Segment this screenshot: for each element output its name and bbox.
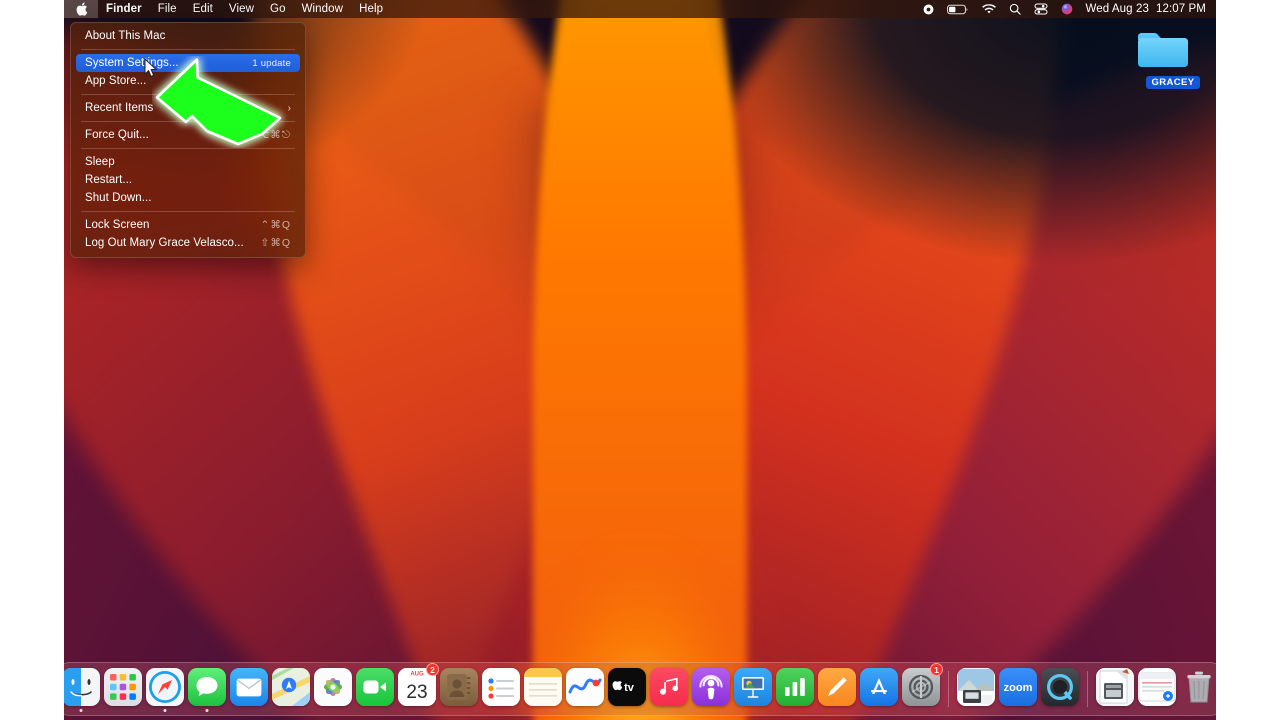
menu-item-label: Force Quit... <box>85 129 149 141</box>
menu-item-recent-items[interactable]: Recent Items › <box>76 99 300 117</box>
calendar-badge: 2 <box>426 663 439 676</box>
dock-item-keynote[interactable] <box>733 665 773 713</box>
dock-item-system-settings[interactable]: 1 <box>901 663 943 713</box>
shortcut-label: ⇧⌘Q <box>260 237 291 249</box>
svg-text:tv: tv <box>624 682 635 694</box>
dock-item-contacts[interactable] <box>439 665 479 713</box>
apple-menu-dropdown: About This Mac System Settings... 1 upda… <box>70 22 306 258</box>
dock-item-photos[interactable] <box>313 665 353 713</box>
screen-recording-icon[interactable] <box>923 4 934 15</box>
dock-item-finder[interactable] <box>64 665 101 713</box>
dock-item-preview-photo[interactable] <box>956 665 996 713</box>
menu-item-label: Sleep <box>85 156 115 168</box>
desktop-folder-gracey[interactable]: GRACEY <box>1135 28 1211 90</box>
dock-item-appstore[interactable] <box>859 665 899 713</box>
calendar-month: AUG <box>410 671 424 677</box>
dock: AUG 23 2 tv 1 zoom <box>64 662 1216 716</box>
chevron-right-icon: › <box>287 102 291 114</box>
menu-item-label: Shut Down... <box>85 192 152 204</box>
menu-window[interactable]: Window <box>294 0 352 18</box>
menu-bar: Finder File Edit View Go Window Help Wed… <box>64 0 1216 18</box>
battery-icon[interactable] <box>946 4 969 15</box>
menu-item-restart[interactable]: Restart... <box>76 171 300 189</box>
update-badge-text: 1 update <box>252 57 291 69</box>
desktop-screen: GRACEY Finder File Edit View Go Window H… <box>64 0 1216 720</box>
menu-separator <box>81 121 295 122</box>
dock-item-trash[interactable] <box>1179 665 1216 713</box>
dock-item-maps[interactable] <box>271 665 311 713</box>
shortcut-label: ⌃⌘Q <box>260 219 291 231</box>
dock-item-music[interactable] <box>649 665 689 713</box>
dock-item-appletv[interactable]: tv <box>607 665 647 713</box>
dock-item-facetime[interactable] <box>355 665 395 713</box>
dock-item-zoom[interactable]: zoom <box>998 665 1038 713</box>
dock-item-document-window[interactable] <box>1137 665 1177 713</box>
menu-view[interactable]: View <box>221 0 262 18</box>
dock-item-notes[interactable] <box>523 665 563 713</box>
spotlight-search-icon[interactable] <box>1009 3 1021 15</box>
menu-separator <box>81 148 295 149</box>
dock-item-pages[interactable] <box>817 665 857 713</box>
dock-item-freeform[interactable] <box>565 665 605 713</box>
menu-item-lock-screen[interactable]: Lock Screen ⌃⌘Q <box>76 216 300 234</box>
menu-go[interactable]: Go <box>262 0 294 18</box>
dock-item-reminders[interactable] <box>481 665 521 713</box>
siri-icon[interactable] <box>1061 3 1073 15</box>
menu-item-sleep[interactable]: Sleep <box>76 153 300 171</box>
menu-item-label: App Store... <box>85 75 147 87</box>
menu-separator <box>81 94 295 95</box>
running-indicator <box>205 709 209 712</box>
menu-separator <box>81 49 295 50</box>
dock-item-podcasts[interactable] <box>691 665 731 713</box>
dock-divider-1 <box>948 671 949 707</box>
menu-edit[interactable]: Edit <box>185 0 221 18</box>
menu-item-label: About This Mac <box>85 30 166 42</box>
menu-help[interactable]: Help <box>351 0 391 18</box>
running-indicator <box>163 709 167 712</box>
zoom-wordmark: zoom <box>1004 682 1033 694</box>
menu-finder[interactable]: Finder <box>98 0 150 18</box>
dock-item-messages[interactable] <box>187 665 227 713</box>
menubar-date[interactable]: Wed Aug 23 <box>1086 3 1149 15</box>
dock-item-numbers[interactable] <box>775 665 815 713</box>
calendar-day: 23 <box>406 682 427 703</box>
menu-item-label: Log Out Mary Grace Velasco... <box>85 237 244 249</box>
menu-item-shut-down[interactable]: Shut Down... <box>76 189 300 207</box>
menubar-time[interactable]: 12:07 PM <box>1156 3 1206 15</box>
dock-divider-2 <box>1087 671 1088 707</box>
menu-item-label: Recent Items <box>85 102 154 114</box>
system-settings-badge: 1 <box>930 663 943 676</box>
dock-item-safari[interactable] <box>145 665 185 713</box>
menu-item-about-this-mac[interactable]: About This Mac <box>76 27 300 45</box>
dock-item-downloads-stack[interactable] <box>1095 665 1135 713</box>
menu-item-label: Restart... <box>85 174 133 186</box>
menu-item-label: Lock Screen <box>85 219 150 231</box>
menu-item-log-out[interactable]: Log Out Mary Grace Velasco... ⇧⌘Q <box>76 234 300 252</box>
dock-item-calendar[interactable]: AUG 23 2 <box>397 663 439 713</box>
dock-item-mail[interactable] <box>229 665 269 713</box>
dock-item-quicktime[interactable] <box>1040 665 1080 713</box>
menu-item-force-quit[interactable]: Force Quit... ⌥⌘⎋ <box>76 126 300 144</box>
menu-file[interactable]: File <box>150 0 185 18</box>
folder-icon <box>1135 28 1211 72</box>
menu-separator <box>81 211 295 212</box>
menu-item-system-settings[interactable]: System Settings... 1 update <box>76 54 300 72</box>
shortcut-label: ⌥⌘⎋ <box>257 128 291 141</box>
mouse-cursor <box>144 58 158 78</box>
apple-logo-icon[interactable] <box>64 0 98 18</box>
control-center-icon[interactable] <box>1034 3 1048 15</box>
folder-label: GRACEY <box>1146 76 1200 89</box>
wifi-icon[interactable] <box>981 3 996 15</box>
menu-item-label: System Settings... <box>85 57 179 69</box>
menu-item-app-store[interactable]: App Store... <box>76 72 300 90</box>
running-indicator <box>79 709 83 712</box>
dock-item-launchpad[interactable] <box>103 665 143 713</box>
